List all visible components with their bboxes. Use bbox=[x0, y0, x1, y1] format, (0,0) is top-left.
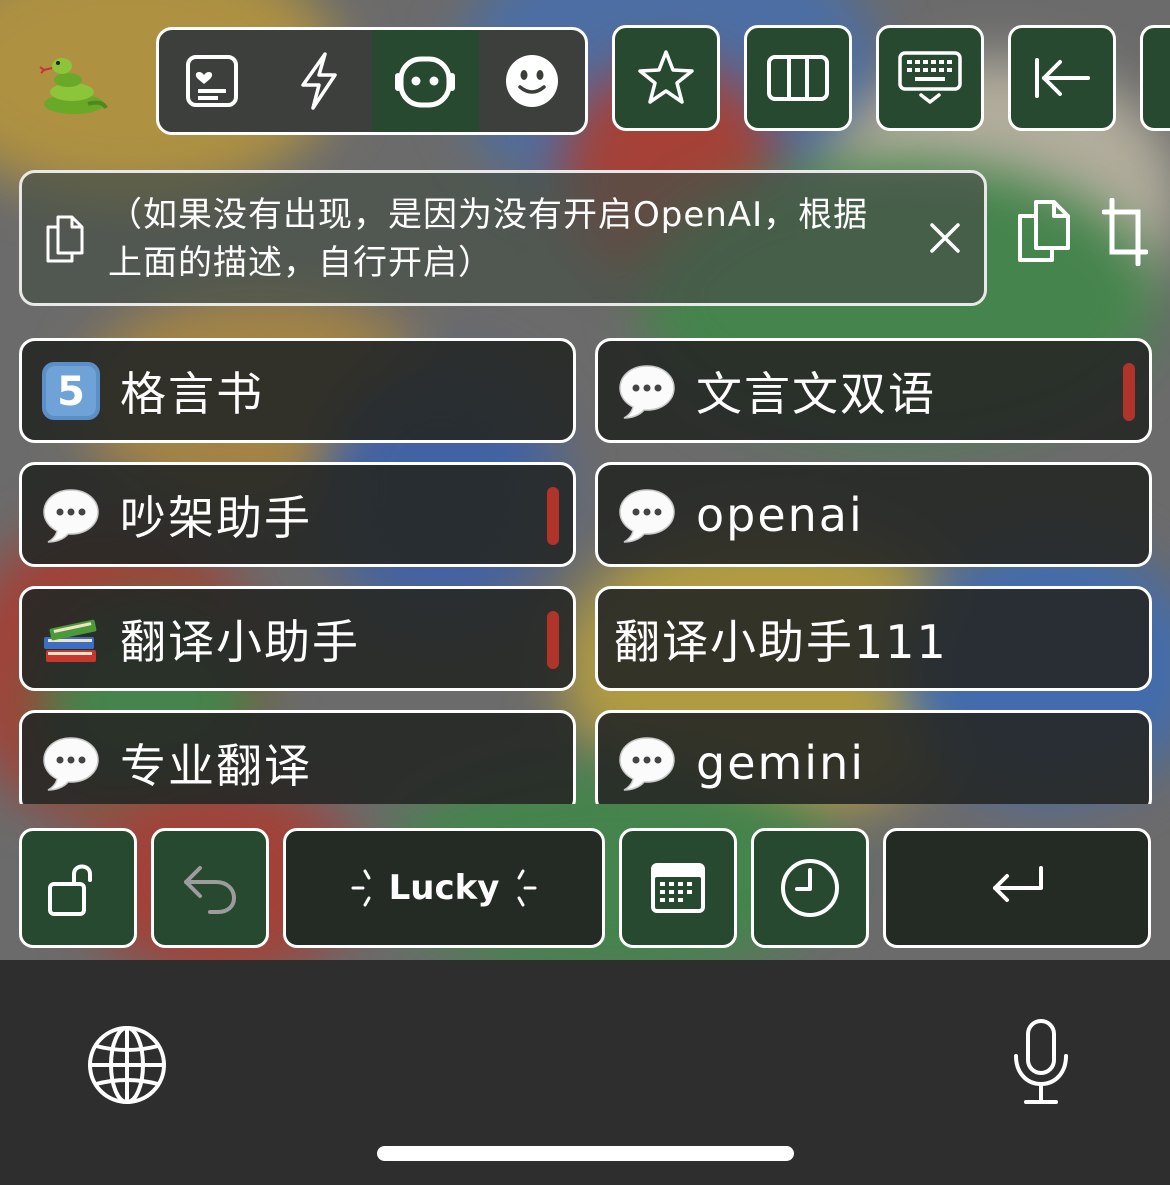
prompt-item[interactable]: 专业翻译 bbox=[19, 710, 576, 804]
prompt-item[interactable]: 翻译小助手111 bbox=[595, 586, 1152, 691]
lucky-button[interactable]: Lucky bbox=[283, 828, 605, 948]
keycap-5-emoji: 5 bbox=[42, 361, 100, 420]
prompt-label: 专业翻译 bbox=[120, 738, 312, 793]
copy-all-icon[interactable] bbox=[1016, 198, 1072, 268]
crop-icon[interactable] bbox=[1101, 197, 1149, 270]
tab-lightning[interactable] bbox=[266, 30, 373, 132]
keyboard-icon bbox=[898, 51, 962, 104]
clock-icon bbox=[781, 859, 839, 917]
columns-icon bbox=[767, 55, 829, 101]
marker-badge bbox=[547, 611, 559, 669]
globe-icon[interactable] bbox=[86, 1024, 168, 1110]
unlock-icon bbox=[48, 864, 92, 916]
undo-button[interactable] bbox=[151, 828, 269, 948]
calendar-button[interactable] bbox=[619, 828, 737, 948]
lock-button[interactable] bbox=[19, 828, 137, 948]
tab-robot[interactable] bbox=[372, 30, 479, 132]
history-button[interactable] bbox=[751, 828, 869, 948]
sparkle-left-icon bbox=[351, 869, 371, 907]
return-icon bbox=[993, 866, 1043, 902]
speech-bubble-emoji bbox=[43, 736, 99, 791]
notes-card-icon bbox=[186, 55, 239, 107]
prompt-item[interactable]: 吵架助手 bbox=[19, 462, 576, 567]
prompt-item[interactable]: gemini bbox=[595, 710, 1152, 804]
prompt-item[interactable]: 5 格言书 bbox=[19, 338, 576, 443]
prompt-label: 吵架助手 bbox=[120, 490, 312, 545]
speech-bubble-emoji bbox=[619, 488, 675, 543]
mode-tab-bar bbox=[156, 27, 588, 135]
robot-face-icon bbox=[395, 56, 456, 108]
columns-layout-button[interactable] bbox=[744, 25, 852, 131]
prompt-label: 文言文双语 bbox=[696, 366, 936, 421]
back-button[interactable] bbox=[1008, 25, 1116, 131]
prompt-item[interactable]: 翻译小助手 bbox=[19, 586, 576, 691]
hide-keyboard-button[interactable] bbox=[876, 25, 984, 131]
clipboard-text: （如果没有出现，是因为没有开启OpenAI，根据上面的描述，自行开启） bbox=[108, 195, 869, 283]
lightning-icon bbox=[301, 52, 337, 110]
lucky-label: Lucky bbox=[388, 868, 500, 908]
prompt-label: 格言书 bbox=[120, 366, 264, 421]
sparkle-right-icon bbox=[517, 869, 537, 907]
tab-emoji[interactable] bbox=[479, 30, 586, 132]
prompt-item[interactable]: 文言文双语 bbox=[595, 338, 1152, 443]
microphone-icon[interactable] bbox=[1010, 1018, 1072, 1110]
prompt-label: gemini bbox=[696, 735, 866, 790]
speech-bubble-emoji bbox=[43, 488, 99, 543]
speech-bubble-emoji bbox=[619, 364, 675, 419]
copy-icon bbox=[44, 213, 86, 269]
books-emoji bbox=[44, 619, 97, 662]
marker-badge bbox=[547, 487, 559, 545]
snake-app-icon[interactable] bbox=[38, 52, 110, 116]
prompt-label: 翻译小助手 bbox=[120, 614, 360, 669]
speech-bubble-emoji bbox=[619, 736, 675, 791]
tab-notes[interactable] bbox=[159, 30, 266, 132]
undo-icon bbox=[184, 866, 237, 914]
close-icon[interactable] bbox=[928, 221, 962, 259]
more-toolbar-button[interactable] bbox=[1140, 25, 1170, 131]
back-arrow-icon bbox=[1035, 58, 1090, 98]
home-indicator[interactable] bbox=[377, 1146, 794, 1161]
star-icon bbox=[638, 50, 694, 104]
prompt-item[interactable]: openai bbox=[595, 462, 1152, 567]
marker-badge bbox=[1123, 363, 1135, 421]
favorites-button[interactable] bbox=[612, 25, 720, 131]
return-button[interactable] bbox=[883, 828, 1151, 948]
svg-text:5: 5 bbox=[57, 369, 85, 415]
prompt-label: 翻译小助手111 bbox=[614, 614, 948, 669]
prompt-label: openai bbox=[696, 487, 864, 542]
prompt-grid: 5 格言书 文言文双语 吵架助手 openai 翻译小助手 翻译小助手111 专… bbox=[0, 330, 1170, 804]
calendar-icon bbox=[651, 863, 705, 913]
clipboard-card[interactable]: （如果没有出现，是因为没有开启OpenAI，根据上面的描述，自行开启） bbox=[19, 170, 987, 306]
smiley-icon bbox=[505, 55, 558, 107]
